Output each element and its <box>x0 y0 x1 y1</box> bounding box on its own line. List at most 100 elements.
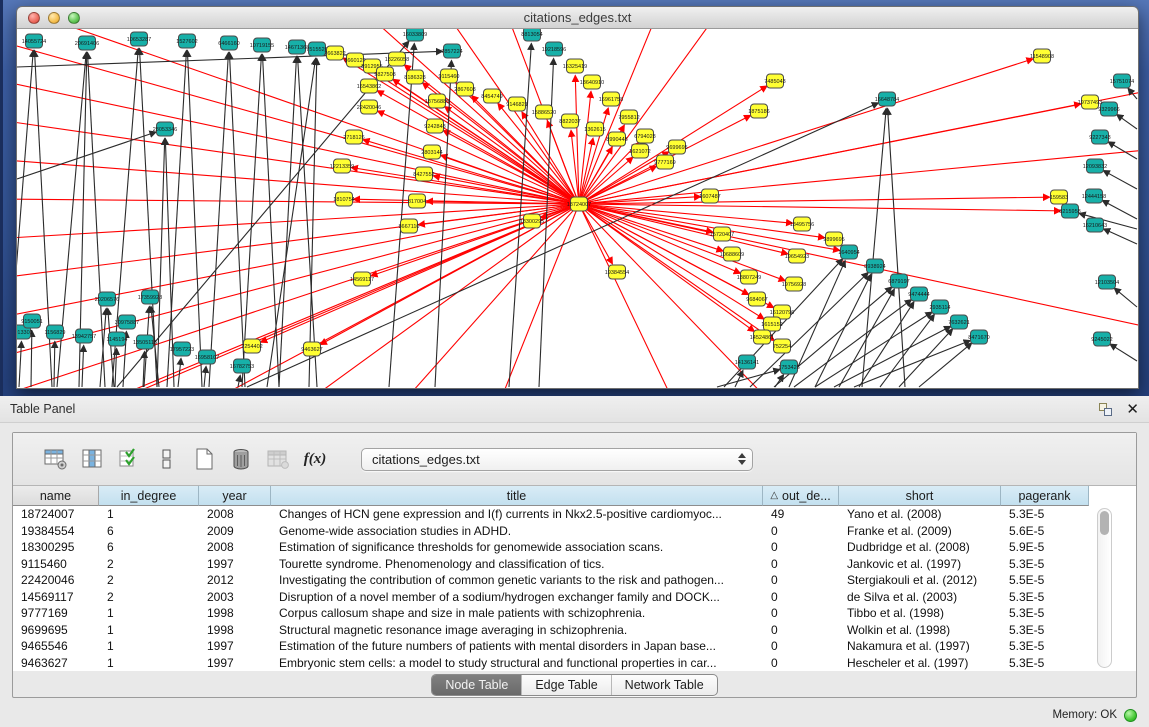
table-cell[interactable]: 2009 <box>199 524 271 538</box>
row-select-icon[interactable] <box>117 447 143 471</box>
graph-edge[interactable] <box>238 375 240 387</box>
column-header-out_de[interactable]: △out_de... <box>763 486 839 506</box>
table-cell[interactable]: 9699695 <box>13 623 99 637</box>
graph-edge[interactable] <box>157 138 165 387</box>
graph-edge[interactable] <box>1108 142 1137 159</box>
table-settings-icon[interactable] <box>43 447 69 471</box>
table-cell[interactable]: 1997 <box>199 656 271 670</box>
graph-edge[interactable] <box>717 370 780 387</box>
table-cell[interactable]: Dudbridge et al. (2008) <box>839 540 1001 554</box>
table-cell[interactable]: Corpus callosum shape and size in male p… <box>271 606 763 620</box>
table-cell[interactable]: Stergiakouli et al. (2012) <box>839 573 1001 587</box>
graph-edge[interactable] <box>82 345 84 387</box>
tab-edge-table[interactable]: Edge Table <box>521 675 610 695</box>
table-row[interactable]: 946362711997Embryonic stem cells: a mode… <box>13 655 1136 672</box>
graph-edge[interactable] <box>1102 200 1137 219</box>
table-cell[interactable]: 18300295 <box>13 540 99 554</box>
table-cell[interactable]: 49 <box>763 507 839 521</box>
tab-network-table[interactable]: Network Table <box>611 675 717 695</box>
graph-edge[interactable] <box>17 204 579 359</box>
table-cell[interactable]: 14569117 <box>13 590 99 604</box>
close-window-button[interactable] <box>28 12 40 24</box>
graph-edge[interactable] <box>17 199 579 204</box>
table-cell[interactable]: 1 <box>99 623 199 637</box>
graph-edge[interactable] <box>862 108 886 387</box>
table-row[interactable]: 1830029562008Estimation of significance … <box>13 539 1136 556</box>
table-cell[interactable]: 2 <box>99 557 199 571</box>
table-cell[interactable]: 0 <box>763 524 839 538</box>
citation-network-graph[interactable]: 1872400714055724206914061065328715276026… <box>17 29 1138 389</box>
graph-edge[interactable] <box>229 52 245 387</box>
column-header-name[interactable]: name <box>13 486 99 506</box>
table-cell[interactable]: Changes of HCN gene expression and I(f) … <box>271 507 763 521</box>
table-cell[interactable]: 0 <box>763 540 839 554</box>
column-header-pagerank[interactable]: pagerank <box>1001 486 1089 506</box>
scrollbar-thumb[interactable] <box>1100 511 1109 535</box>
graph-edge[interactable] <box>19 341 21 387</box>
table-cell[interactable]: 6 <box>99 540 199 554</box>
table-cell[interactable]: 18724007 <box>13 507 99 521</box>
table-row[interactable]: 911546021997Tourette syndrome. Phenomeno… <box>13 556 1136 573</box>
table-cell[interactable]: 1 <box>99 606 199 620</box>
table-source-select[interactable]: citations_edges.txt <box>361 448 753 471</box>
table-cell[interactable]: 0 <box>763 573 839 587</box>
table-cell[interactable]: 0 <box>763 656 839 670</box>
table-cell[interactable]: 9777169 <box>13 606 99 620</box>
graph-edge[interactable] <box>97 204 579 389</box>
graph-edge[interactable] <box>187 50 202 387</box>
column-header-in_degree[interactable]: in_degree <box>99 486 199 506</box>
table-row[interactable]: 2242004622012Investigating the contribut… <box>13 572 1136 589</box>
graph-edge[interactable] <box>579 29 717 204</box>
graph-edge[interactable] <box>579 197 1050 204</box>
table-cell[interactable]: 1 <box>99 507 199 521</box>
table-cell[interactable]: 2 <box>99 573 199 587</box>
table-cell[interactable]: 22420046 <box>13 573 99 587</box>
function-builder-icon[interactable]: f(x) <box>302 447 328 471</box>
graph-edge[interactable] <box>17 132 156 179</box>
graph-edge[interactable] <box>815 312 932 387</box>
column-visibility-icon[interactable] <box>80 447 106 471</box>
column-header-short[interactable]: short <box>839 486 1001 506</box>
new-table-icon[interactable] <box>191 447 217 471</box>
graph-edge[interactable] <box>854 341 970 387</box>
table-cell[interactable]: 5.6E-5 <box>1001 524 1089 538</box>
graph-edge[interactable] <box>31 330 32 387</box>
graph-edge[interactable] <box>167 50 186 387</box>
table-cell[interactable]: Franke et al. (2009) <box>839 524 1001 538</box>
table-cell[interactable]: 5.3E-5 <box>1001 606 1089 620</box>
graph-edge[interactable] <box>204 366 206 387</box>
graph-edge[interactable] <box>197 204 579 389</box>
graph-edge[interactable] <box>1110 344 1137 361</box>
table-cell[interactable]: Structural magnetic resonance image aver… <box>271 623 763 637</box>
table-cell[interactable]: 0 <box>763 639 839 653</box>
table-cell[interactable]: 1998 <box>199 606 271 620</box>
table-cell[interactable]: 5.3E-5 <box>1001 590 1089 604</box>
table-cell[interactable]: 5.3E-5 <box>1001 639 1089 653</box>
graph-edge[interactable] <box>1103 171 1137 189</box>
graph-edge[interactable] <box>242 54 261 387</box>
column-header-year[interactable]: year <box>199 486 271 506</box>
table-cell[interactable]: 1997 <box>199 639 271 653</box>
minimize-window-button[interactable] <box>48 12 60 24</box>
graph-edge[interactable] <box>579 204 1061 211</box>
table-cell[interactable]: 9463627 <box>13 656 99 670</box>
table-cell[interactable]: 0 <box>763 623 839 637</box>
table-cell[interactable]: Tibbo et al. (1998) <box>839 606 1001 620</box>
merge-rows-icon[interactable] <box>154 447 180 471</box>
table-row[interactable]: 1872400712008Changes of HCN gene express… <box>13 506 1136 523</box>
table-cell[interactable]: 1998 <box>199 623 271 637</box>
table-cell[interactable]: Embryonic stem cells: a model to study s… <box>271 656 763 670</box>
table-cell[interactable]: 1997 <box>199 557 271 571</box>
table-cell[interactable]: Nakamura et al. (1997) <box>839 639 1001 653</box>
table-cell[interactable]: Tourette syndrome. Phenomenology and cla… <box>271 557 763 571</box>
graph-edge[interactable] <box>298 56 317 387</box>
table-cell[interactable]: Wolkin et al. (1998) <box>839 623 1001 637</box>
table-cell[interactable]: 0 <box>763 557 839 571</box>
table-cell[interactable]: Estimation of the future numbers of pati… <box>271 639 763 653</box>
graph-edge[interactable] <box>1104 229 1137 244</box>
table-cell[interactable]: Hescheler et al. (1997) <box>839 656 1001 670</box>
table-cell[interactable]: 6 <box>99 524 199 538</box>
graph-edge[interactable] <box>397 204 579 389</box>
table-cell[interactable]: 19384554 <box>13 524 99 538</box>
network-window-titlebar[interactable]: citations_edges.txt <box>17 7 1138 29</box>
